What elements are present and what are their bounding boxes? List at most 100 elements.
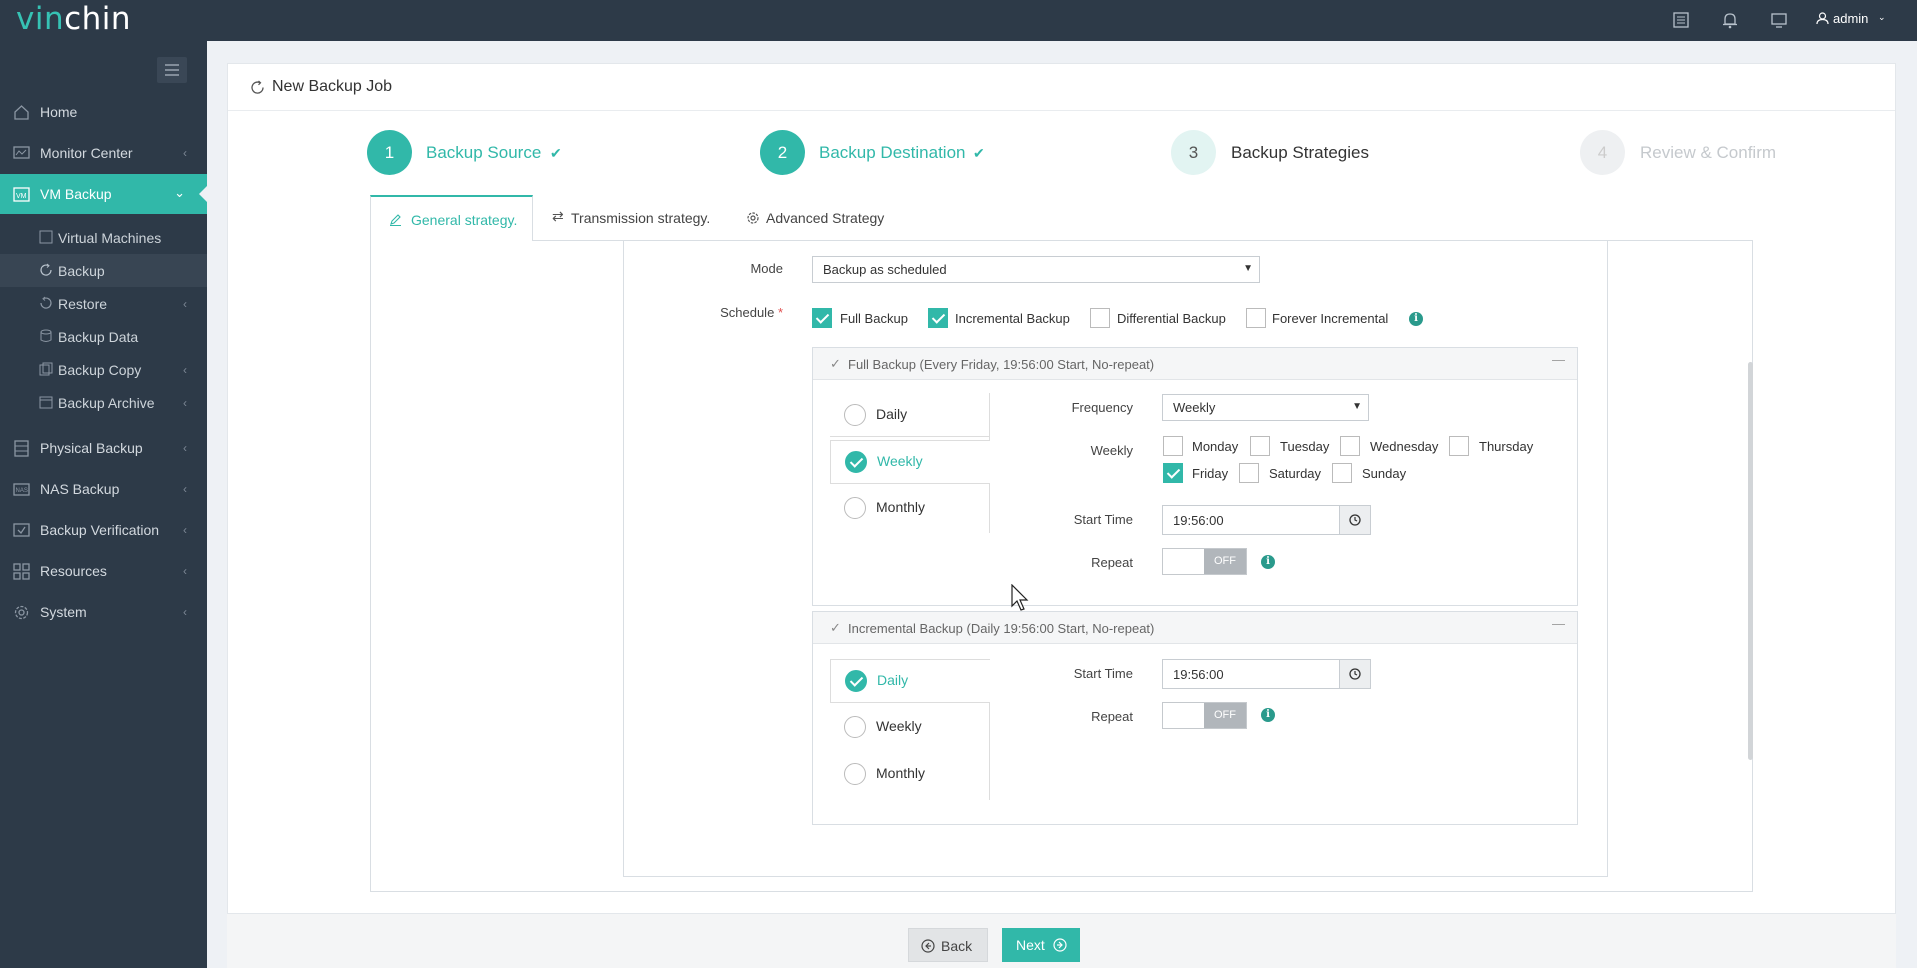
sunday-checkbox[interactable] <box>1332 463 1352 483</box>
svg-text:NAS: NAS <box>16 488 28 494</box>
full-start-time-input[interactable]: 19:56:00 <box>1162 505 1340 535</box>
check-icon: ✔ <box>550 145 562 161</box>
tab-advanced-strategy[interactable]: Advanced Strategy <box>730 195 900 241</box>
radio[interactable] <box>844 497 866 519</box>
start-time-label: Start Time <box>1073 512 1133 527</box>
chevron-left-icon: ‹ <box>183 441 187 455</box>
step-number: 4 <box>1580 130 1625 175</box>
radio[interactable] <box>845 451 867 473</box>
radio[interactable] <box>844 763 866 785</box>
clock-button[interactable] <box>1339 505 1371 535</box>
saturday-checkbox[interactable] <box>1239 463 1259 483</box>
friday-checkbox[interactable] <box>1163 463 1183 483</box>
incr-repeat-toggle[interactable]: OFF <box>1162 702 1247 729</box>
full-backup-section-header[interactable]: ✓ Full Backup (Every Friday, 19:56:00 St… <box>813 348 1577 380</box>
full-backup-checkbox[interactable] <box>812 308 832 328</box>
clock-button[interactable] <box>1339 659 1371 689</box>
archive-icon <box>39 396 53 409</box>
sidebar-item-virtual-machines[interactable]: Virtual Machines <box>0 221 207 254</box>
sunday-label: Sunday <box>1362 466 1407 481</box>
incr-start-time-input[interactable]: 19:56:00 <box>1162 659 1340 689</box>
list-icon[interactable] <box>1672 11 1690 29</box>
copy-icon <box>39 362 53 376</box>
collapse-icon[interactable]: — <box>1552 616 1565 631</box>
info-icon[interactable]: i <box>1409 312 1423 326</box>
tab-general-strategy[interactable]: General strategy. <box>370 195 533 241</box>
mode-label: Mode <box>750 261 783 276</box>
differential-backup-checkbox[interactable] <box>1090 308 1110 328</box>
check-icon: ✓ <box>830 356 841 371</box>
chevron-left-icon: ‹ <box>183 482 187 496</box>
vm-icon: VM <box>13 187 30 202</box>
saturday-label: Saturday <box>1269 466 1322 481</box>
monday-label: Monday <box>1192 439 1239 454</box>
sidebar-item-system[interactable]: System ‹ <box>0 592 207 632</box>
monitor-icon[interactable] <box>1770 11 1788 29</box>
transfer-icon: ⇄ <box>552 208 564 224</box>
mode-select[interactable]: Backup as scheduled ▼ <box>812 256 1260 283</box>
incr-monthly-option[interactable]: Monthly <box>830 751 990 795</box>
sidebar-item-backup-data[interactable]: Backup Data <box>0 320 207 353</box>
refresh-icon <box>40 263 52 276</box>
full-monthly-option[interactable]: Monthly <box>830 486 990 530</box>
radio[interactable] <box>845 670 867 692</box>
incr-weekly-option[interactable]: Weekly <box>830 705 990 749</box>
wednesday-checkbox[interactable] <box>1340 436 1360 456</box>
sidebar-item-backup-archive[interactable]: Backup Archive ‹ <box>0 386 207 419</box>
step-number: 1 <box>367 130 412 175</box>
start-time-label: Start Time <box>1073 666 1133 681</box>
back-button[interactable]: Back <box>908 928 988 962</box>
chevron-down-icon: ▼ <box>1243 263 1253 274</box>
chevron-left-icon: ‹ <box>183 523 187 537</box>
sidebar-item-monitor-center[interactable]: Monitor Center ‹ <box>0 133 207 173</box>
radio[interactable] <box>844 404 866 426</box>
full-repeat-toggle[interactable]: OFF <box>1162 548 1247 575</box>
settings-icon <box>747 212 759 224</box>
sidebar-item-backup-copy[interactable]: Backup Copy ‹ <box>0 353 207 386</box>
chevron-left-icon: ‹ <box>183 564 187 578</box>
incremental-backup-section-header[interactable]: ✓ Incremental Backup (Daily 19:56:00 Sta… <box>813 612 1577 644</box>
chevron-left-icon: ‹ <box>183 146 187 160</box>
sidebar-item-backup-verification[interactable]: Backup Verification ‹ <box>0 510 207 550</box>
incr-daily-option[interactable]: Daily <box>830 659 990 703</box>
chevron-down-icon: ⌄ <box>1878 12 1886 22</box>
top-bar: vinchin admin ⌄ <box>0 0 1917 41</box>
tab-transmission-strategy[interactable]: ⇄ Transmission strategy. <box>538 195 718 241</box>
mouse-cursor-icon <box>1011 584 1029 611</box>
sidebar-item-resources[interactable]: Resources ‹ <box>0 551 207 591</box>
sidebar-item-restore[interactable]: Restore ‹ <box>0 287 207 320</box>
vinchin-logo: vinchin <box>16 1 132 37</box>
tuesday-checkbox[interactable] <box>1250 436 1270 456</box>
collapse-icon[interactable]: — <box>1552 352 1565 367</box>
repeat-label: Repeat <box>1091 709 1133 724</box>
arrow-left-icon <box>921 939 935 953</box>
footer-bar: Back Next <box>227 913 1896 968</box>
info-icon[interactable]: i <box>1261 708 1275 722</box>
sidebar-item-physical-backup[interactable]: Physical Backup ‹ <box>0 428 207 468</box>
sidebar-item-nas-backup[interactable]: NAS NAS Backup ‹ <box>0 469 207 509</box>
thursday-checkbox[interactable] <box>1449 436 1469 456</box>
incremental-backup-checkbox[interactable] <box>928 308 948 328</box>
weekly-label: Weekly <box>1090 443 1133 458</box>
sidebar-item-home[interactable]: Home <box>0 92 207 132</box>
radio[interactable] <box>844 716 866 738</box>
bell-icon[interactable] <box>1721 11 1739 29</box>
monday-checkbox[interactable] <box>1163 436 1183 456</box>
restore-icon <box>40 296 52 309</box>
menu-toggle-button[interactable] <box>157 57 187 83</box>
next-button[interactable]: Next <box>1002 928 1080 962</box>
full-daily-option[interactable]: Daily <box>830 393 990 437</box>
arrow-right-icon <box>1053 938 1067 952</box>
info-icon[interactable]: i <box>1261 555 1275 569</box>
panel-scrollbar[interactable] <box>1748 362 1753 760</box>
full-weekly-option[interactable]: Weekly <box>830 440 990 484</box>
strategy-tabs: General strategy. ⇄ Transmission strateg… <box>370 195 1753 241</box>
forever-incremental-checkbox[interactable] <box>1246 308 1266 328</box>
chevron-left-icon: ‹ <box>183 363 187 377</box>
clock-icon <box>1349 668 1361 680</box>
frequency-select[interactable]: Weekly ▼ <box>1162 394 1369 421</box>
friday-label: Friday <box>1192 466 1229 481</box>
sidebar-item-backup[interactable]: Backup <box>0 254 207 287</box>
chevron-left-icon: ‹ <box>183 396 187 410</box>
sidebar-item-vm-backup[interactable]: VM VM Backup ⌄ <box>0 174 207 214</box>
